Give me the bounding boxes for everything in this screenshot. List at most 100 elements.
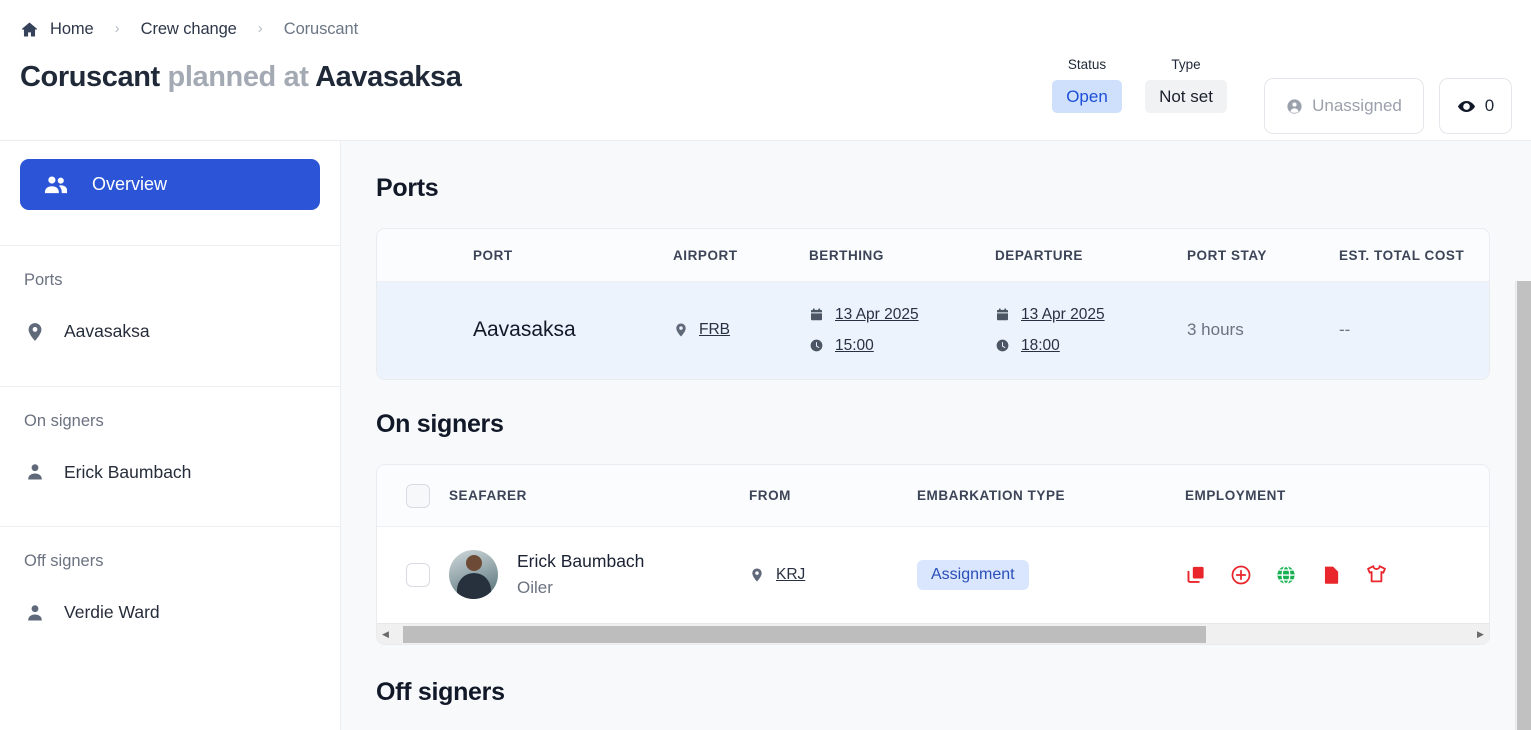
home-icon[interactable]: [20, 20, 39, 39]
ports-col-berthing: BERTHING: [809, 229, 995, 282]
select-all-checkbox[interactable]: [406, 483, 430, 508]
documents-copy-icon[interactable]: [1185, 564, 1207, 586]
airport-link[interactable]: FRB: [699, 321, 730, 339]
scrollbar-track[interactable]: [394, 624, 1472, 645]
on-signers-col-embarkation-type: EMBARKATION TYPE: [917, 464, 1185, 527]
ports-card: PORT AIRPORT BERTHING DEPARTURE PORT STA…: [376, 228, 1490, 380]
on-signers-cell-employment: [1185, 526, 1489, 623]
person-icon: [24, 461, 46, 483]
document-icon[interactable]: [1320, 564, 1342, 586]
header-right-controls: Status Open Type Not set Unassigned 0: [1044, 58, 1512, 134]
ports-table-head: PORT AIRPORT BERTHING DEPARTURE PORT STA…: [377, 229, 1489, 282]
sidebar-group-on-signers: On signers Erick Baumbach: [0, 387, 340, 492]
departure-date-link[interactable]: 13 Apr 2025: [1021, 306, 1105, 324]
on-signers-cell-seafarer: Erick Baumbach Oiler: [449, 526, 749, 623]
on-signers-cell-select: [377, 526, 449, 623]
section-title-off-signers: Off signers: [376, 678, 505, 706]
page-scrollbar-thumb[interactable]: [1517, 281, 1531, 730]
main-content: Ports PORT AIRPORT BERTHING DEPARTURE PO…: [341, 141, 1531, 730]
row-checkbox[interactable]: [406, 562, 430, 587]
departure-time-link[interactable]: 18:00: [1021, 337, 1060, 355]
on-signers-col-employment: EMPLOYMENT: [1185, 464, 1489, 527]
berthing-time-link[interactable]: 15:00: [835, 337, 874, 355]
ports-col-blank: [377, 229, 473, 282]
avatar: [449, 550, 498, 600]
ports-cell-port: Aavasaksa: [473, 282, 673, 379]
on-signers-header-row: SEAFARER FROM EMBARKATION TYPE EMPLOYMEN…: [377, 464, 1489, 527]
person-icon: [24, 602, 46, 624]
clock-icon: [995, 338, 1010, 353]
berthing-date-link[interactable]: 13 Apr 2025: [835, 306, 919, 324]
page-title-state: planned at: [167, 61, 309, 93]
on-signers-horizontal-scrollbar[interactable]: ◀ ▶: [377, 623, 1489, 644]
scrollbar-thumb[interactable]: [403, 625, 1207, 643]
ports-col-port-stay: PORT STAY: [1187, 229, 1339, 282]
from-airport-link[interactable]: KRJ: [776, 566, 805, 584]
type-badge[interactable]: Not set: [1145, 79, 1227, 114]
on-signers-card: SEAFARER FROM EMBARKATION TYPE EMPLOYMEN…: [376, 463, 1490, 645]
sidebar-item-overview-label: Overview: [92, 174, 168, 194]
on-signers-col-seafarer: SEAFARER: [449, 464, 749, 527]
scroll-left-arrow-icon[interactable]: ◀: [377, 629, 394, 640]
sidebar-item-erick-baumbach-label: Erick Baumbach: [64, 461, 192, 482]
seafarer-name[interactable]: Erick Baumbach: [517, 551, 644, 572]
sidebar-group-ports: Ports Aavasaksa: [0, 246, 340, 351]
eye-icon: [1457, 97, 1476, 116]
crew-change-detail-page: Home › Crew change › Coruscant Coruscant…: [0, 0, 1531, 730]
on-signers-cell-embarkation-type: Assignment: [917, 526, 1185, 623]
breadcrumb-item-home[interactable]: Home: [50, 20, 94, 39]
breadcrumb-item-coruscant: Coruscant: [283, 19, 359, 38]
ports-cell-est-total-cost: --: [1339, 282, 1489, 379]
page-vertical-scrollbar[interactable]: [1515, 281, 1531, 730]
on-signers-table-head: SEAFARER FROM EMBARKATION TYPE EMPLOYMEN…: [377, 464, 1489, 527]
sidebar: Overview Ports Aavasaksa On signers Eric…: [0, 141, 341, 730]
sidebar-item-erick-baumbach[interactable]: Erick Baumbach: [0, 429, 340, 491]
table-row[interactable]: Aavasaksa FRB 13 Apr 2025 15:00 13 Apr 2…: [377, 281, 1489, 379]
sidebar-item-aavasaksa-label: Aavasaksa: [64, 321, 150, 341]
ports-col-airport: AIRPORT: [673, 229, 809, 282]
people-icon: [43, 172, 69, 198]
sidebar-group-off-signers: Off signers Verdie Ward: [0, 527, 340, 632]
ports-cell-airport: FRB: [673, 282, 809, 379]
pin-icon: [749, 567, 765, 583]
status-badge[interactable]: Open: [1052, 79, 1122, 114]
on-signers-col-from: FROM: [749, 464, 917, 527]
watchers-button[interactable]: 0: [1439, 78, 1512, 134]
port-stay-value: 3 hours: [1187, 320, 1244, 340]
page-title: Coruscant planned at Aavasaksa: [20, 60, 462, 95]
breadcrumb-separator: ›: [257, 19, 263, 37]
ports-cell-blank: [377, 282, 473, 379]
type-block: Type Not set: [1136, 58, 1236, 114]
tshirt-icon[interactable]: [1365, 563, 1388, 586]
sidebar-group-title-off-signers: Off signers: [24, 552, 104, 570]
watchers-count: 0: [1484, 96, 1495, 115]
scroll-right-arrow-icon[interactable]: ▶: [1472, 629, 1489, 640]
est-total-cost-value: --: [1339, 320, 1351, 340]
sidebar-item-aavasaksa[interactable]: Aavasaksa: [0, 289, 340, 351]
embarkation-type-badge[interactable]: Assignment: [917, 559, 1029, 590]
ports-col-port: PORT: [473, 229, 673, 282]
breadcrumb-item-crew-change[interactable]: Crew change: [141, 20, 237, 39]
table-row[interactable]: Erick Baumbach Oiler KRJ Assignment: [377, 526, 1489, 623]
globe-icon[interactable]: [1275, 564, 1297, 586]
ports-header-row: PORT AIRPORT BERTHING DEPARTURE PORT STA…: [377, 229, 1489, 282]
clock-icon: [809, 338, 824, 353]
on-signers-cell-from: KRJ: [749, 526, 917, 623]
page-body: Overview Ports Aavasaksa On signers Eric…: [0, 140, 1531, 730]
assignee-button[interactable]: Unassigned: [1264, 78, 1424, 134]
status-block: Status Open: [1044, 58, 1130, 114]
ports-col-departure: DEPARTURE: [995, 229, 1187, 282]
sidebar-item-verdie-ward[interactable]: Verdie Ward: [0, 570, 340, 632]
person-circle-icon: [1286, 98, 1303, 115]
on-signers-table: SEAFARER FROM EMBARKATION TYPE EMPLOYMEN…: [377, 464, 1489, 623]
sidebar-item-verdie-ward-label: Verdie Ward: [64, 602, 160, 622]
section-title-on-signers: On signers: [376, 409, 504, 438]
ports-cell-berthing: 13 Apr 2025 15:00: [809, 282, 995, 379]
sidebar-group-title-ports: Ports: [24, 271, 63, 289]
breadcrumb-separator: ›: [114, 19, 120, 37]
ports-table-body: Aavasaksa FRB 13 Apr 2025 15:00 13 Apr 2…: [377, 281, 1489, 379]
sidebar-group-title-on-signers: On signers: [24, 411, 104, 430]
medical-cross-circle-icon[interactable]: [1230, 564, 1252, 586]
sidebar-item-overview[interactable]: Overview: [20, 159, 320, 210]
pin-icon: [673, 322, 689, 338]
